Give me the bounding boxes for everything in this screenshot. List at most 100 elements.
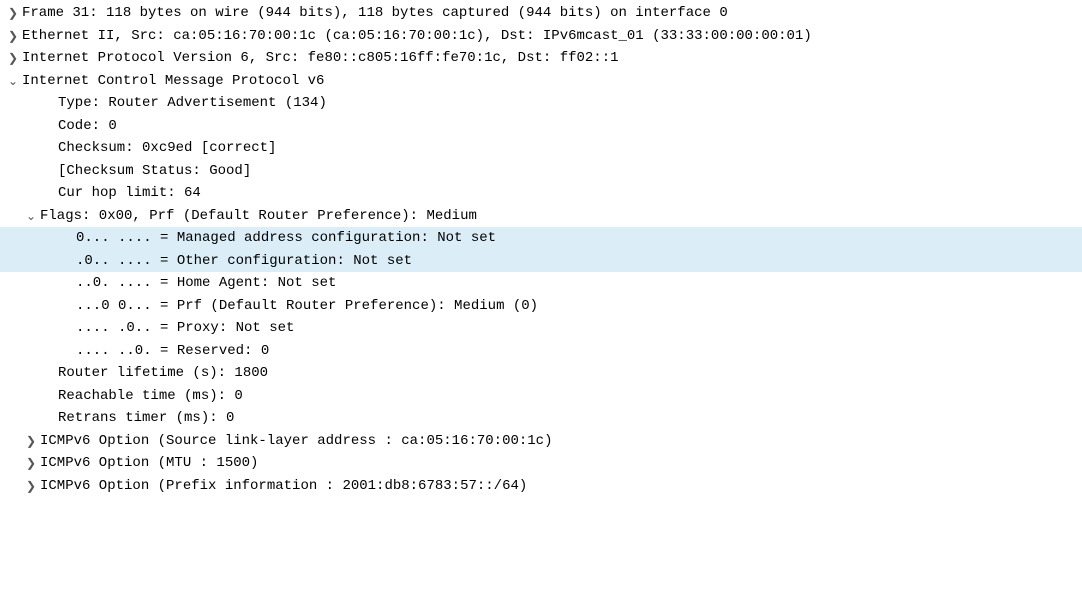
tree-row-icmpv6[interactable]: ⌄Internet Control Message Protocol v6: [0, 70, 1082, 93]
row-text: ICMPv6 Option (MTU : 1500): [40, 452, 1082, 475]
row-text: Retrans timer (ms): 0: [58, 407, 1082, 430]
indent-spacer: [22, 340, 40, 363]
indent-spacer: [4, 385, 22, 408]
expand-icon[interactable]: ❯: [4, 2, 22, 25]
indent-spacer: [22, 227, 40, 250]
toggle-spacer: [40, 115, 58, 138]
indent-spacer: [22, 272, 40, 295]
tree-row-reachable[interactable]: Reachable time (ms): 0: [0, 385, 1082, 408]
row-text: Internet Protocol Version 6, Src: fe80::…: [22, 47, 1082, 70]
indent-spacer: [4, 407, 22, 430]
expand-icon[interactable]: ❯: [4, 47, 22, 70]
indent-spacer: [4, 475, 22, 498]
collapse-icon[interactable]: ⌄: [4, 70, 22, 93]
row-text: Flags: 0x00, Prf (Default Router Prefere…: [40, 205, 1082, 228]
tree-row-type[interactable]: Type: Router Advertisement (134): [0, 92, 1082, 115]
row-text: Router lifetime (s): 1800: [58, 362, 1082, 385]
toggle-spacer: [40, 160, 58, 183]
tree-row-checksum[interactable]: Checksum: 0xc9ed [correct]: [0, 137, 1082, 160]
tree-row-flag-managed[interactable]: 0... .... = Managed address configuratio…: [0, 227, 1082, 250]
indent-spacer: [4, 362, 22, 385]
toggle-spacer: [40, 182, 58, 205]
tree-row-flag-home[interactable]: ..0. .... = Home Agent: Not set: [0, 272, 1082, 295]
tree-row-ethernet[interactable]: ❯Ethernet II, Src: ca:05:16:70:00:1c (ca…: [0, 25, 1082, 48]
indent-spacer: [40, 227, 58, 250]
indent-spacer: [4, 92, 22, 115]
toggle-spacer: [58, 227, 76, 250]
indent-spacer: [22, 160, 40, 183]
row-text: .... ..0. = Reserved: 0: [76, 340, 1082, 363]
indent-spacer: [4, 115, 22, 138]
tree-row-opt-prefix[interactable]: ❯ICMPv6 Option (Prefix information : 200…: [0, 475, 1082, 498]
row-text: Internet Control Message Protocol v6: [22, 70, 1082, 93]
indent-spacer: [4, 317, 22, 340]
indent-spacer: [4, 160, 22, 183]
expand-icon[interactable]: ❯: [22, 430, 40, 453]
indent-spacer: [22, 295, 40, 318]
expand-icon[interactable]: ❯: [4, 25, 22, 48]
indent-spacer: [40, 295, 58, 318]
tree-row-opt-mtu[interactable]: ❯ICMPv6 Option (MTU : 1500): [0, 452, 1082, 475]
toggle-spacer: [40, 385, 58, 408]
row-text: ICMPv6 Option (Prefix information : 2001…: [40, 475, 1082, 498]
row-text: 0... .... = Managed address configuratio…: [76, 227, 1082, 250]
tree-row-flag-prf[interactable]: ...0 0... = Prf (Default Router Preferen…: [0, 295, 1082, 318]
packet-details-tree: ❯Frame 31: 118 bytes on wire (944 bits),…: [0, 2, 1082, 497]
expand-icon[interactable]: ❯: [22, 475, 40, 498]
row-text: ...0 0... = Prf (Default Router Preferen…: [76, 295, 1082, 318]
indent-spacer: [4, 340, 22, 363]
tree-row-frame[interactable]: ❯Frame 31: 118 bytes on wire (944 bits),…: [0, 2, 1082, 25]
row-text: .... .0.. = Proxy: Not set: [76, 317, 1082, 340]
indent-spacer: [22, 137, 40, 160]
row-text: Cur hop limit: 64: [58, 182, 1082, 205]
indent-spacer: [4, 205, 22, 228]
tree-row-code[interactable]: Code: 0: [0, 115, 1082, 138]
indent-spacer: [22, 182, 40, 205]
tree-row-checksum-status[interactable]: [Checksum Status: Good]: [0, 160, 1082, 183]
indent-spacer: [4, 182, 22, 205]
indent-spacer: [4, 137, 22, 160]
row-text: .0.. .... = Other configuration: Not set: [76, 250, 1082, 273]
indent-spacer: [22, 250, 40, 273]
toggle-spacer: [40, 407, 58, 430]
tree-row-flag-reserved[interactable]: .... ..0. = Reserved: 0: [0, 340, 1082, 363]
indent-spacer: [22, 362, 40, 385]
indent-spacer: [22, 317, 40, 340]
tree-row-flag-other[interactable]: .0.. .... = Other configuration: Not set: [0, 250, 1082, 273]
tree-row-cur-hop[interactable]: Cur hop limit: 64: [0, 182, 1082, 205]
indent-spacer: [22, 92, 40, 115]
tree-row-retrans[interactable]: Retrans timer (ms): 0: [0, 407, 1082, 430]
indent-spacer: [40, 317, 58, 340]
indent-spacer: [4, 227, 22, 250]
toggle-spacer: [40, 92, 58, 115]
row-text: Type: Router Advertisement (134): [58, 92, 1082, 115]
tree-row-flag-proxy[interactable]: .... .0.. = Proxy: Not set: [0, 317, 1082, 340]
toggle-spacer: [58, 295, 76, 318]
tree-row-router-lifetime[interactable]: Router lifetime (s): 1800: [0, 362, 1082, 385]
tree-row-ipv6[interactable]: ❯Internet Protocol Version 6, Src: fe80:…: [0, 47, 1082, 70]
expand-icon[interactable]: ❯: [22, 452, 40, 475]
tree-row-opt-link[interactable]: ❯ICMPv6 Option (Source link-layer addres…: [0, 430, 1082, 453]
indent-spacer: [4, 452, 22, 475]
collapse-icon[interactable]: ⌄: [22, 205, 40, 228]
toggle-spacer: [58, 272, 76, 295]
row-text: [Checksum Status: Good]: [58, 160, 1082, 183]
row-text: Ethernet II, Src: ca:05:16:70:00:1c (ca:…: [22, 25, 1082, 48]
toggle-spacer: [58, 250, 76, 273]
row-text: Reachable time (ms): 0: [58, 385, 1082, 408]
row-text: ..0. .... = Home Agent: Not set: [76, 272, 1082, 295]
row-text: Frame 31: 118 bytes on wire (944 bits), …: [22, 2, 1082, 25]
indent-spacer: [40, 272, 58, 295]
indent-spacer: [22, 115, 40, 138]
toggle-spacer: [40, 137, 58, 160]
indent-spacer: [40, 250, 58, 273]
indent-spacer: [4, 430, 22, 453]
indent-spacer: [4, 295, 22, 318]
row-text: ICMPv6 Option (Source link-layer address…: [40, 430, 1082, 453]
indent-spacer: [22, 407, 40, 430]
toggle-spacer: [58, 340, 76, 363]
indent-spacer: [4, 250, 22, 273]
indent-spacer: [40, 340, 58, 363]
toggle-spacer: [40, 362, 58, 385]
tree-row-flags[interactable]: ⌄Flags: 0x00, Prf (Default Router Prefer…: [0, 205, 1082, 228]
